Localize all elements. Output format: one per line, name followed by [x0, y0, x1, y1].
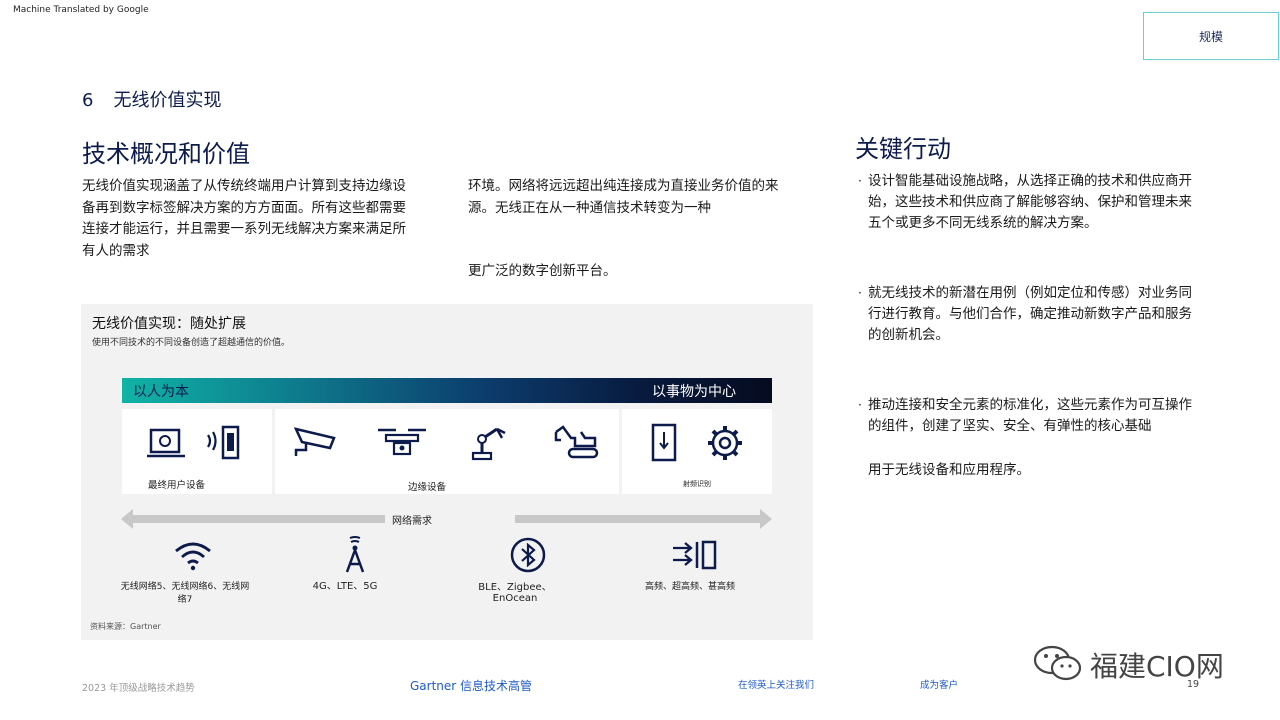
excavator-icon — [554, 425, 599, 459]
gear-icon — [708, 426, 742, 460]
bullet-dot: · — [858, 286, 862, 300]
camera-icon — [293, 427, 336, 456]
rfid-label: 射频识别 — [683, 480, 711, 488]
bluetooth-icon — [510, 537, 546, 573]
machine-translated-note: Machine Translated by Google — [13, 5, 149, 15]
tag-icon — [651, 423, 677, 462]
overview-paragraph-2: 环境。网络将远远超出纯连接成为直接业务价值的来源。无线正在从一种通信技术转变为一… — [468, 178, 779, 216]
key-action-3-continued: 用于无线设备和应用程序。 — [868, 462, 1030, 478]
scale-label: 规模 — [1198, 29, 1223, 44]
cellular-label: 4G、LTE、5G — [312, 581, 378, 592]
section-number: 6 — [82, 90, 94, 111]
laptop-icon — [147, 428, 185, 458]
phone-signal-icon — [207, 425, 240, 460]
figure-subtitle: 使用不同技术的不同设备创造了超越通信的价值。 — [92, 338, 291, 348]
radio-signal-icon — [673, 540, 717, 570]
wifi-icon — [175, 542, 211, 571]
figure-title: 无线价值实现：随处扩展 — [92, 316, 246, 332]
end-user-devices-label: 最终用户设备 — [148, 480, 206, 491]
section-name: 无线价值实现 — [113, 90, 222, 111]
footer-report-title: 2023 年顶级战略技术趋势 — [82, 683, 195, 694]
left-arrow-icon — [121, 509, 385, 529]
section-title: 6 无线价值实现 — [82, 86, 221, 112]
cell-tower-icon — [345, 536, 365, 573]
right-arrow-icon — [515, 509, 772, 529]
overview-paragraph-1: 无线价值实现涵盖了从传统终端用户计算到支持边缘设备再到数字标签解决方案的方方面面… — [82, 178, 406, 259]
radio-frequency-label: 高频、超高频、甚高频 — [644, 582, 735, 592]
human-centric-label: 以人为本 — [133, 384, 189, 400]
bullet-dot: · — [858, 398, 862, 412]
edge-devices-label: 边缘设备 — [408, 482, 447, 493]
overview-paragraph-3: 更广泛的数字创新平台。 — [468, 263, 617, 279]
drone-icon — [378, 428, 426, 456]
follow-linkedin-link[interactable]: 在领英上关注我们 — [738, 677, 814, 691]
overview-heading: 技术概况和价值 — [82, 140, 250, 168]
low-power-label: BLE、Zigbee、EnOcean — [478, 582, 552, 604]
wifi-label: 无线网络5、无线网络6、无线网络7 — [120, 582, 250, 605]
key-actions-heading: 关键行动 — [855, 135, 951, 163]
wechat-logo-icon — [1033, 645, 1082, 681]
scale-tab[interactable]: 规模 — [1143, 12, 1279, 60]
robot-arm-icon — [471, 427, 506, 461]
thing-centric-label: 以事物为中心 — [652, 384, 736, 400]
watermark-text: 福建CIO网 — [1090, 650, 1224, 683]
bullet-dot: · — [858, 174, 862, 188]
become-client-link[interactable]: 成为客户 — [920, 677, 958, 691]
figure-source: 资料来源：Gartner — [90, 622, 161, 631]
network-needs-label: 网络需求 — [392, 516, 432, 527]
footer-gartner-link[interactable]: Gartner 信息技术高管 — [410, 677, 532, 694]
